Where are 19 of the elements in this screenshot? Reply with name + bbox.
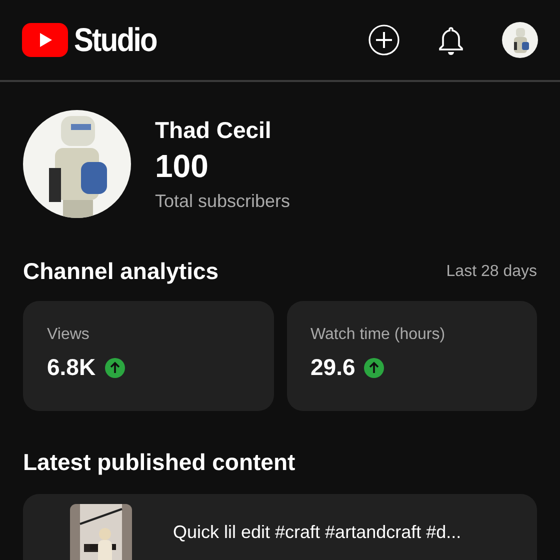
play-logo-icon — [22, 23, 68, 57]
metric-card[interactable]: Watch time (hours) 29.6 — [286, 301, 537, 411]
video-title[interactable]: Quick lil edit #craft #artandcraft #d... — [173, 522, 462, 543]
section-title: Latest published content — [23, 449, 296, 476]
period-label: Last 28 days — [446, 262, 537, 280]
metric-label: Watch time (hours) — [310, 326, 446, 344]
subscribers-label: Total subscribers — [155, 190, 290, 212]
metric-value: 29.6 — [310, 354, 356, 381]
channel-name: Thad Cecil — [155, 116, 272, 144]
section-title: Channel analytics — [23, 258, 219, 285]
logo-text: Studio — [74, 21, 156, 59]
metric-card[interactable]: Views 6.8K — [23, 301, 274, 411]
metric-value: 6.8K — [47, 354, 96, 381]
subscriber-count: 100 — [155, 148, 210, 184]
bell-icon[interactable] — [438, 25, 464, 55]
metric-label: Views — [47, 326, 90, 344]
content-card[interactable]: Quick lil edit #craft #artandcraft #d... — [23, 494, 537, 560]
avatar-icon[interactable] — [502, 22, 538, 58]
create-icon[interactable] — [368, 24, 400, 56]
